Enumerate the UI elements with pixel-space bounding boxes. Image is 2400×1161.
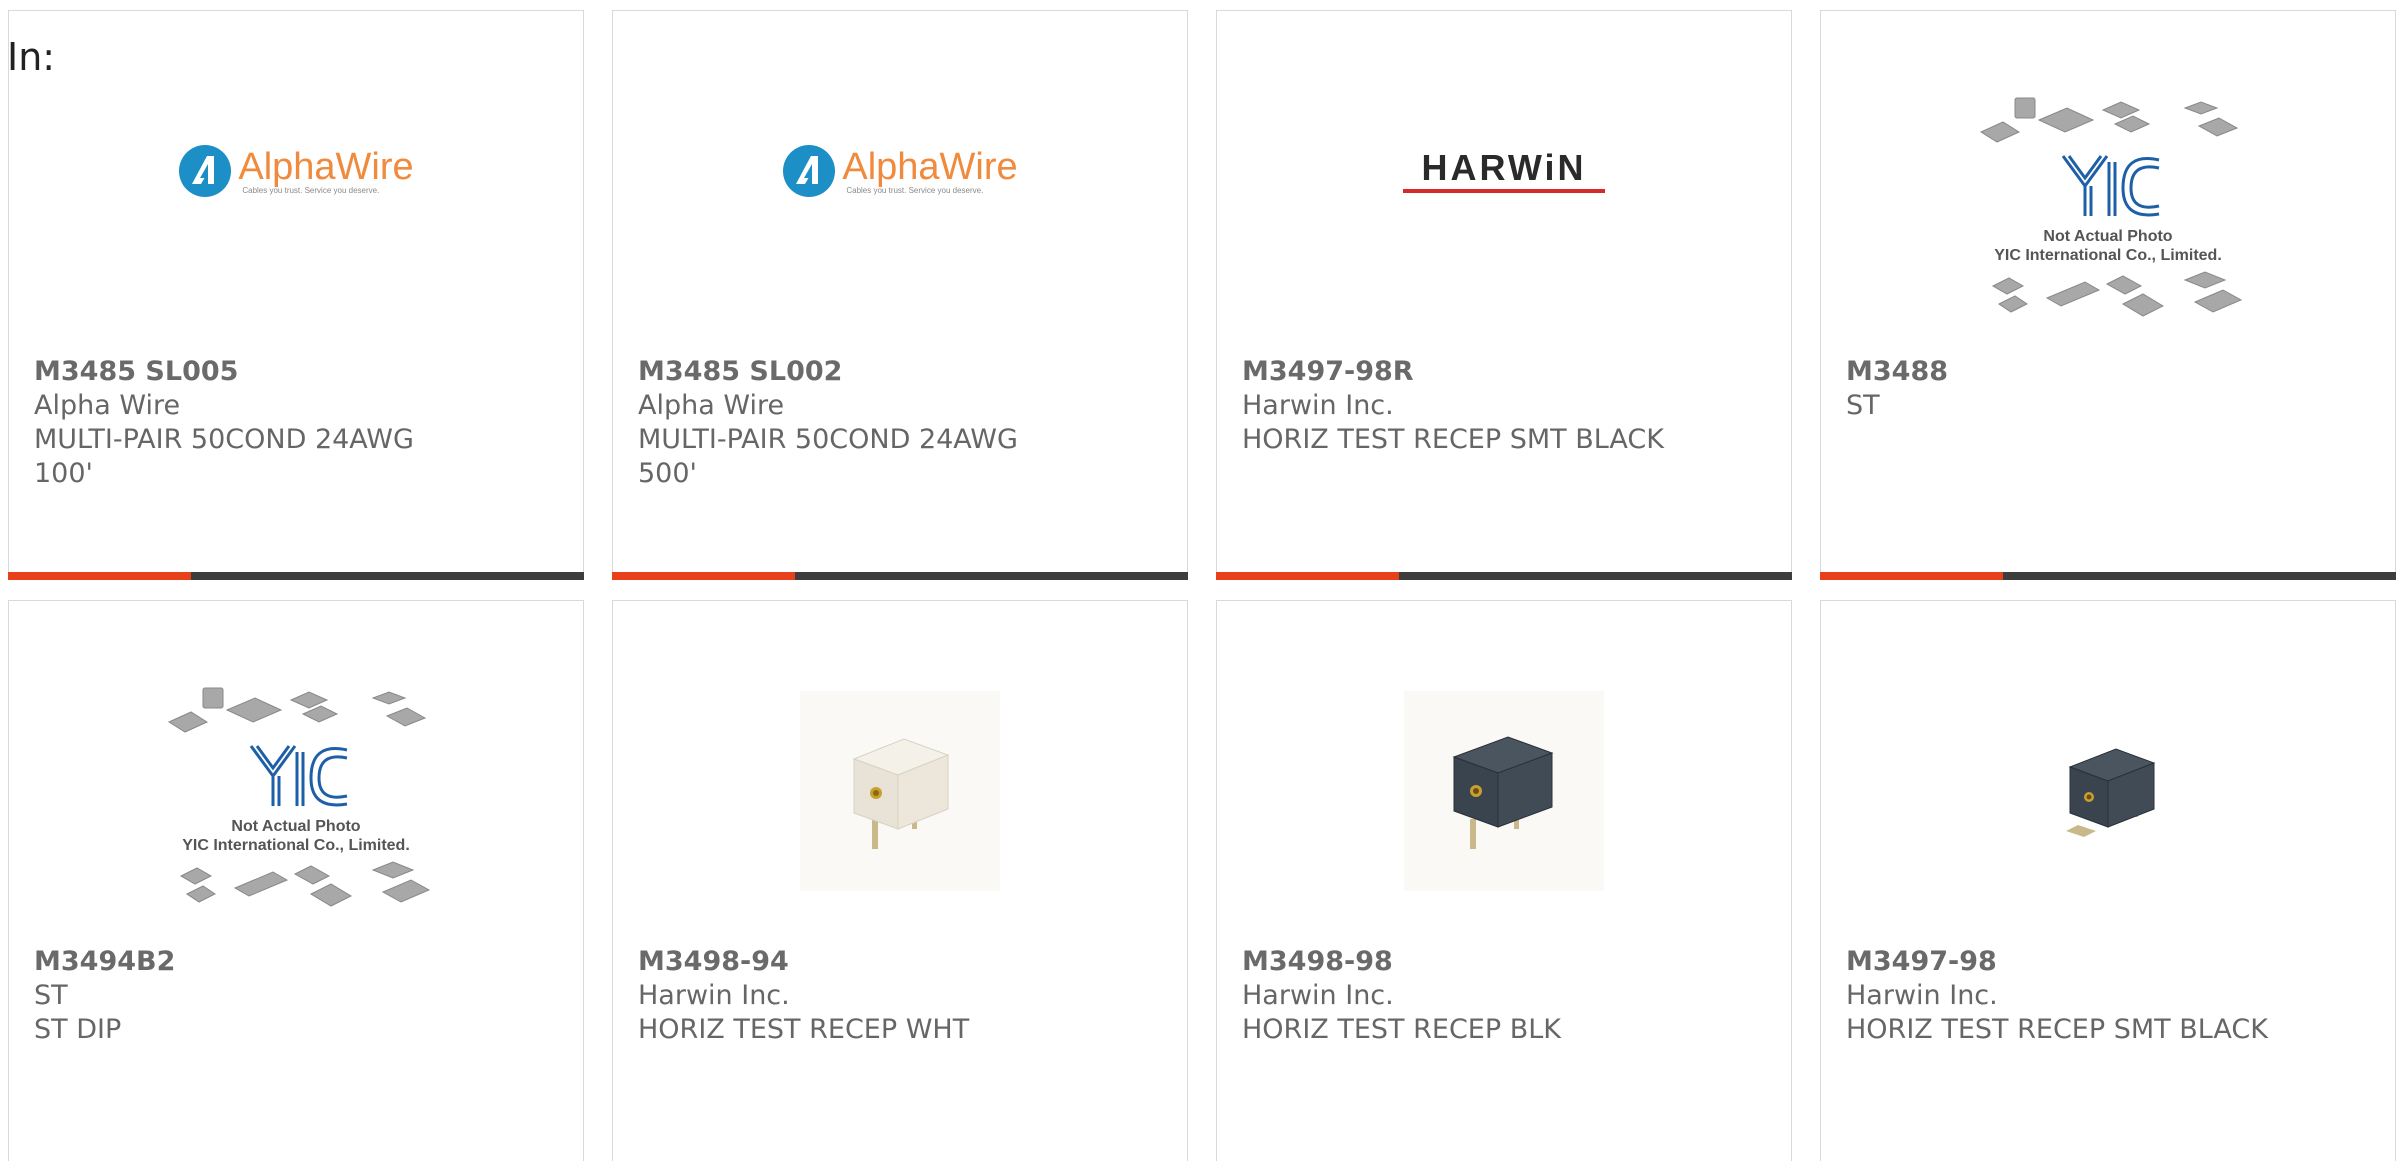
product-info: M3498-94 Harwin Inc. HORIZ TEST RECEP WH… [638, 945, 1167, 1047]
in-label: In: [7, 35, 56, 79]
product-image [613, 661, 1187, 921]
manufacturer: Alpha Wire [638, 390, 785, 421]
card-bottom-bar [1820, 572, 2396, 580]
card-accent [1216, 572, 1399, 580]
part-number[interactable]: M3494B2 [34, 945, 563, 979]
product-info: M3494B2 ST ST DIP [34, 945, 563, 1047]
description: MULTI-PAIR 50COND 24AWG [638, 424, 1018, 455]
product-image: Not Actual Photo YIC International Co., … [9, 681, 583, 931]
product-card[interactable]: M3497-98 Harwin Inc. HORIZ TEST RECEP SM… [1820, 600, 2396, 1161]
product-info: M3488 ST [1846, 355, 2375, 423]
card-bottom-bar [1216, 572, 1792, 580]
product-card[interactable]: M3498-98 Harwin Inc. HORIZ TEST RECEP BL… [1216, 600, 1792, 1161]
svg-text:YIC International Co., Limited: YIC International Co., Limited. [182, 837, 410, 854]
alphawire-logo: AlphaWire Cables you trust. Service you … [178, 144, 414, 198]
product-info: M3485 SL002 Alpha Wire MULTI-PAIR 50COND… [638, 355, 1167, 491]
manufacturer: Alpha Wire [34, 390, 181, 421]
product-info: M3485 SL005 Alpha Wire MULTI-PAIR 50COND… [34, 355, 563, 491]
card-accent [8, 572, 191, 580]
product-card[interactable]: AlphaWire Cables you trust. Service you … [8, 10, 584, 580]
svg-text:YIC International Co., Limited: YIC International Co., Limited. [1994, 247, 2222, 264]
description: MULTI-PAIR 50COND 24AWG [34, 424, 414, 455]
card-accent [612, 572, 795, 580]
description: ST DIP [34, 1014, 122, 1045]
product-image: Not Actual Photo YIC International Co., … [1821, 91, 2395, 341]
product-card[interactable]: Not Actual Photo YIC International Co., … [1820, 10, 2396, 580]
manufacturer: Harwin Inc. [1242, 980, 1394, 1011]
product-image: HARWiN [1217, 71, 1791, 271]
product-info: M3498-98 Harwin Inc. HORIZ TEST RECEP BL… [1242, 945, 1771, 1047]
white-test-receptacle-image [800, 691, 1000, 891]
description-line2: 500' [638, 458, 697, 489]
description: HORIZ TEST RECEP WHT [638, 1014, 970, 1045]
manufacturer: Harwin Inc. [638, 980, 790, 1011]
card-accent [1820, 572, 2003, 580]
manufacturer: Harwin Inc. [1242, 390, 1394, 421]
manufacturer: ST [1846, 390, 1880, 421]
product-info: M3497-98 Harwin Inc. HORIZ TEST RECEP SM… [1846, 945, 2375, 1047]
product-card[interactable]: HARWiN M3497-98R Harwin Inc. HORIZ TEST … [1216, 10, 1792, 580]
product-image [1821, 661, 2395, 921]
manufacturer: Harwin Inc. [1846, 980, 1998, 1011]
yic-placeholder-image: Not Actual Photo YIC International Co., … [167, 687, 431, 907]
harwin-underline [1403, 188, 1605, 193]
description: HORIZ TEST RECEP BLK [1242, 1014, 1561, 1045]
product-grid-page: In: AlphaWire Cables you trust. Service … [0, 0, 2400, 1161]
part-number[interactable]: M3488 [1846, 355, 2375, 389]
product-image: AlphaWire Cables you trust. Service you … [613, 71, 1187, 271]
product-card[interactable]: Not Actual Photo YIC International Co., … [8, 600, 584, 1161]
part-number[interactable]: M3485 SL005 [34, 355, 563, 389]
svg-text:Not Actual Photo: Not Actual Photo [2043, 228, 2172, 245]
card-bottom-bar [8, 572, 584, 580]
alphawire-icon [783, 145, 836, 197]
product-card[interactable]: M3498-94 Harwin Inc. HORIZ TEST RECEP WH… [612, 600, 1188, 1161]
alphawire-logo: AlphaWire Cables you trust. Service you … [782, 144, 1018, 198]
yic-placeholder-image: Not Actual Photo YIC International Co., … [1979, 97, 2243, 317]
part-number[interactable]: M3498-98 [1242, 945, 1771, 979]
product-card[interactable]: AlphaWire Cables you trust. Service you … [612, 10, 1188, 580]
description: HORIZ TEST RECEP SMT BLACK [1242, 424, 1664, 455]
black-test-receptacle-image [1404, 691, 1604, 891]
description-line2: 100' [34, 458, 93, 489]
product-info: M3497-98R Harwin Inc. HORIZ TEST RECEP S… [1242, 355, 1771, 457]
alphawire-icon [179, 145, 232, 197]
manufacturer: ST [34, 980, 68, 1011]
part-number[interactable]: M3485 SL002 [638, 355, 1167, 389]
svg-text:Not Actual Photo: Not Actual Photo [231, 818, 360, 835]
harwin-logo: HARWiN [1403, 149, 1605, 193]
product-image: AlphaWire Cables you trust. Service you … [9, 71, 583, 271]
description: HORIZ TEST RECEP SMT BLACK [1846, 1014, 2268, 1045]
card-bottom-bar [612, 572, 1188, 580]
product-image [1217, 661, 1791, 921]
part-number[interactable]: M3497-98 [1846, 945, 2375, 979]
part-number[interactable]: M3497-98R [1242, 355, 1771, 389]
part-number[interactable]: M3498-94 [638, 945, 1167, 979]
black-smt-test-receptacle-image [2008, 691, 2208, 891]
